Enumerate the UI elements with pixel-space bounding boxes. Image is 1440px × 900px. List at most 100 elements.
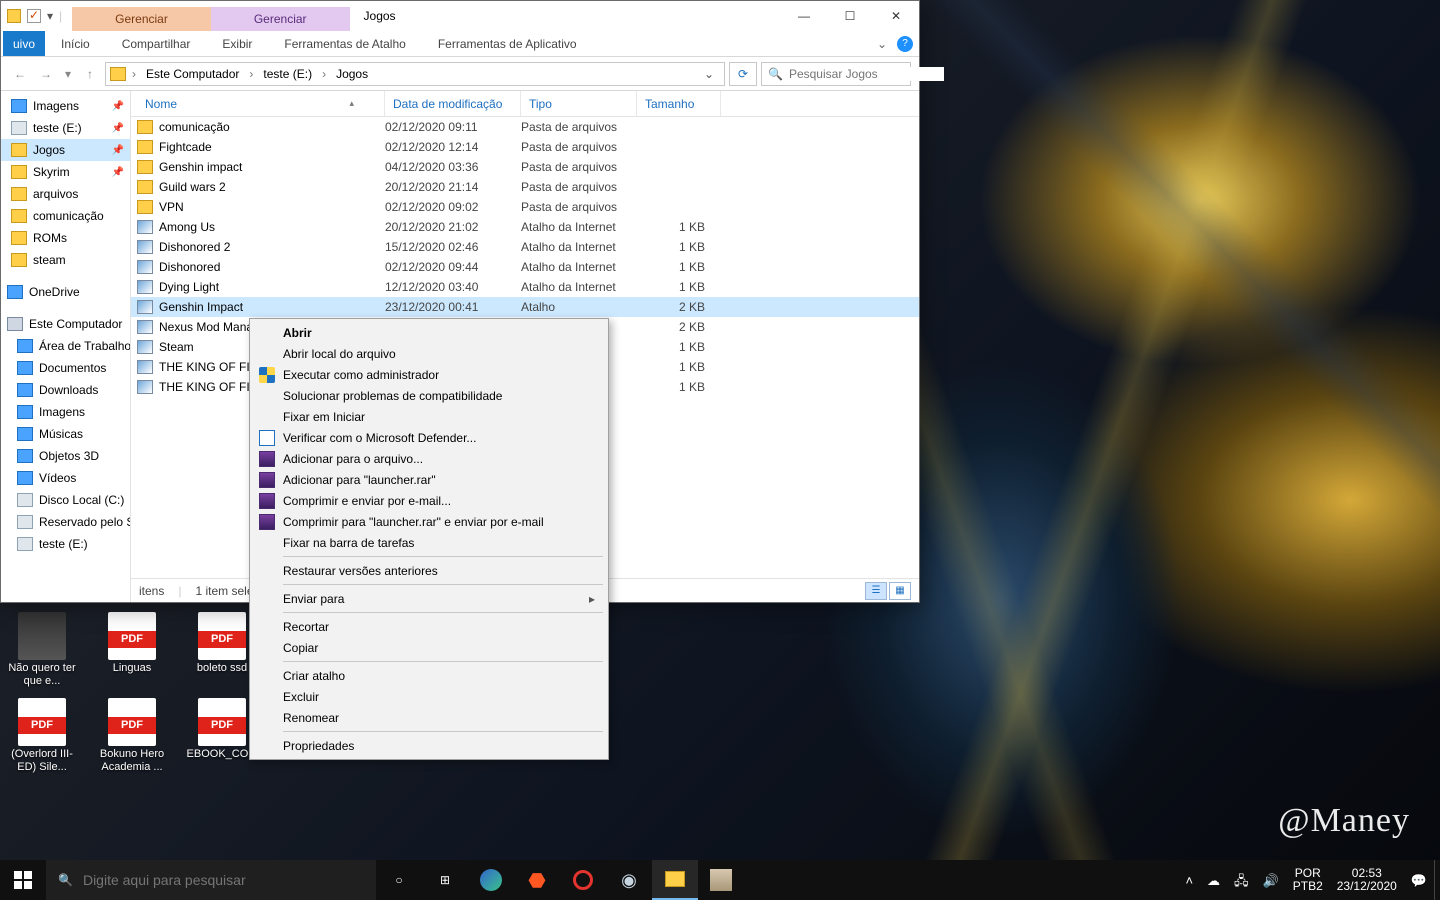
recent-locations[interactable]: ▾ xyxy=(61,63,75,85)
tray-notifications-icon[interactable]: 💬 xyxy=(1404,860,1434,900)
sidebar-item[interactable]: Downloads xyxy=(1,379,130,401)
context-menu-item[interactable]: Adicionar para "launcher.rar" xyxy=(253,469,605,490)
qat-checkbox[interactable]: ✓ xyxy=(27,9,41,23)
view-large-button[interactable]: ▦ xyxy=(889,582,911,600)
context-menu-item[interactable]: Recortar xyxy=(253,616,605,637)
sidebar-item[interactable]: Imagens📌 xyxy=(1,95,130,117)
sidebar-item[interactable]: arquivos xyxy=(1,183,130,205)
crumb-pc[interactable]: Este Computador xyxy=(142,67,243,81)
file-row[interactable]: Fightcade02/12/2020 12:14Pasta de arquiv… xyxy=(131,137,919,157)
ribbon-tab-app-tools[interactable]: Ferramentas de Aplicativo xyxy=(422,31,593,56)
sidebar-item[interactable]: Músicas xyxy=(1,423,130,445)
maximize-button[interactable]: ☐ xyxy=(827,1,873,31)
file-row[interactable]: Genshin impact04/12/2020 03:36Pasta de a… xyxy=(131,157,919,177)
sidebar-item[interactable]: Vídeos xyxy=(1,467,130,489)
sidebar-item[interactable]: Skyrim📌 xyxy=(1,161,130,183)
refresh-button[interactable]: ⟳ xyxy=(729,62,757,86)
contextual-tab[interactable]: Gerenciar xyxy=(211,7,350,31)
nav-pane[interactable]: Imagens📌teste (E:)📌Jogos📌Skyrim📌arquivos… xyxy=(1,91,131,602)
file-row[interactable]: Dishonored02/12/2020 09:44Atalho da Inte… xyxy=(131,257,919,277)
desktop-icon[interactable]: Bokuno Hero Academia ... xyxy=(96,698,168,774)
context-menu-item[interactable]: Abrir local do arquivo xyxy=(253,343,605,364)
tray-onedrive-icon[interactable]: ☁ xyxy=(1200,860,1227,900)
tray-clock[interactable]: 02:5323/12/2020 xyxy=(1330,860,1404,900)
ribbon-file[interactable]: uivo xyxy=(3,31,45,56)
context-menu-item[interactable]: Executar como administrador xyxy=(253,364,605,385)
sidebar-item[interactable]: Disco Local (C:) xyxy=(1,489,130,511)
file-row[interactable]: VPN02/12/2020 09:02Pasta de arquivos xyxy=(131,197,919,217)
context-menu-item[interactable]: Solucionar problemas de compatibilidade xyxy=(253,385,605,406)
search-input[interactable] xyxy=(789,67,944,81)
taskbar-brave[interactable]: ⬣ xyxy=(514,860,560,900)
col-name[interactable]: Nome xyxy=(137,91,385,116)
forward-button[interactable]: → xyxy=(35,63,57,85)
back-button[interactable]: ← xyxy=(9,63,31,85)
file-row[interactable]: Dying Light12/12/2020 03:40Atalho da Int… xyxy=(131,277,919,297)
context-menu-item[interactable]: Abrir xyxy=(253,322,605,343)
search-box[interactable]: 🔍 xyxy=(761,62,911,86)
context-menu-item[interactable]: Adicionar para o arquivo... xyxy=(253,448,605,469)
ribbon-tab-share[interactable]: Compartilhar xyxy=(106,31,207,56)
context-menu-item[interactable]: Excluir xyxy=(253,686,605,707)
file-row[interactable]: Genshin Impact23/12/2020 00:41Atalho2 KB xyxy=(131,297,919,317)
taskbar-app[interactable] xyxy=(698,860,744,900)
start-button[interactable] xyxy=(0,860,46,900)
context-menu-item[interactable]: Fixar em Iniciar xyxy=(253,406,605,427)
sidebar-item[interactable]: Imagens xyxy=(1,401,130,423)
ribbon-tab-home[interactable]: Início xyxy=(45,31,106,56)
tray-network-icon[interactable]: 🖧 xyxy=(1227,860,1256,900)
sidebar-item[interactable]: teste (E:)📌 xyxy=(1,117,130,139)
col-date[interactable]: Data de modificação xyxy=(385,91,521,116)
minimize-button[interactable]: — xyxy=(781,1,827,31)
col-size[interactable]: Tamanho xyxy=(637,91,721,116)
context-menu-item[interactable]: Comprimir para "launcher.rar" e enviar p… xyxy=(253,511,605,532)
sidebar-item[interactable]: ROMs xyxy=(1,227,130,249)
qat-dropdown[interactable]: ▾ xyxy=(47,9,53,23)
sidebar-item[interactable]: steam xyxy=(1,249,130,271)
ribbon-collapse-icon[interactable]: ⌄ xyxy=(877,37,887,51)
desktop-icon[interactable]: boleto ssd xyxy=(186,612,258,688)
sidebar-item[interactable]: teste (E:) xyxy=(1,533,130,555)
desktop-icon[interactable]: Linguas xyxy=(96,612,168,688)
tray-volume-icon[interactable]: 🔊 xyxy=(1256,860,1286,900)
crumb-drive[interactable]: teste (E:) xyxy=(259,67,316,81)
taskbar-edge[interactable] xyxy=(468,860,514,900)
context-menu-item[interactable]: Verificar com o Microsoft Defender... xyxy=(253,427,605,448)
context-menu-item[interactable]: Propriedades xyxy=(253,735,605,756)
address-dropdown[interactable]: ⌄ xyxy=(698,67,720,81)
sidebar-item[interactable]: Reservado pelo S xyxy=(1,511,130,533)
show-desktop-button[interactable] xyxy=(1434,860,1440,900)
view-details-button[interactable]: ☰ xyxy=(865,582,887,600)
col-type[interactable]: Tipo xyxy=(521,91,637,116)
sidebar-item[interactable]: Objetos 3D xyxy=(1,445,130,467)
address-bar[interactable]: › Este Computador› teste (E:)› Jogos ⌄ xyxy=(105,62,725,86)
context-menu-item[interactable]: Renomear xyxy=(253,707,605,728)
contextual-tab[interactable]: Gerenciar xyxy=(72,7,211,31)
cortana-button[interactable]: ○ xyxy=(376,860,422,900)
help-icon[interactable]: ? xyxy=(897,36,913,52)
context-menu-item[interactable]: Enviar para▸ xyxy=(253,588,605,609)
ribbon-tab-shortcut-tools[interactable]: Ferramentas de Atalho xyxy=(268,31,421,56)
sidebar-item[interactable]: Documentos xyxy=(1,357,130,379)
sidebar-item[interactable]: comunicação xyxy=(1,205,130,227)
sidebar-item[interactable]: Área de Trabalho xyxy=(1,335,130,357)
ribbon-tab-view[interactable]: Exibir xyxy=(206,31,268,56)
context-menu-item[interactable]: Copiar xyxy=(253,637,605,658)
close-button[interactable]: ✕ xyxy=(873,1,919,31)
sidebar-item[interactable]: Este Computador xyxy=(1,313,130,335)
taskbar-steam[interactable]: ◉ xyxy=(606,860,652,900)
qat-folder-icon[interactable] xyxy=(7,9,21,23)
file-row[interactable]: Among Us20/12/2020 21:02Atalho da Intern… xyxy=(131,217,919,237)
file-row[interactable]: comunicação02/12/2020 09:11Pasta de arqu… xyxy=(131,117,919,137)
context-menu[interactable]: AbrirAbrir local do arquivoExecutar como… xyxy=(249,318,609,760)
sidebar-item[interactable]: OneDrive xyxy=(1,281,130,303)
desktop-icon[interactable]: (Overlord III-ED) Sile... xyxy=(6,698,78,774)
taskbar-search[interactable]: 🔍 xyxy=(46,860,376,900)
desktop-icon[interactable]: Não quero ter que e... xyxy=(6,612,78,688)
context-menu-item[interactable]: Criar atalho xyxy=(253,665,605,686)
tray-overflow[interactable]: ˄ xyxy=(1178,860,1200,900)
context-menu-item[interactable]: Comprimir e enviar por e-mail... xyxy=(253,490,605,511)
taskbar-explorer[interactable] xyxy=(652,860,698,900)
desktop-icon[interactable]: EBOOK_CO... xyxy=(186,698,258,774)
crumb-folder[interactable]: Jogos xyxy=(332,67,372,81)
